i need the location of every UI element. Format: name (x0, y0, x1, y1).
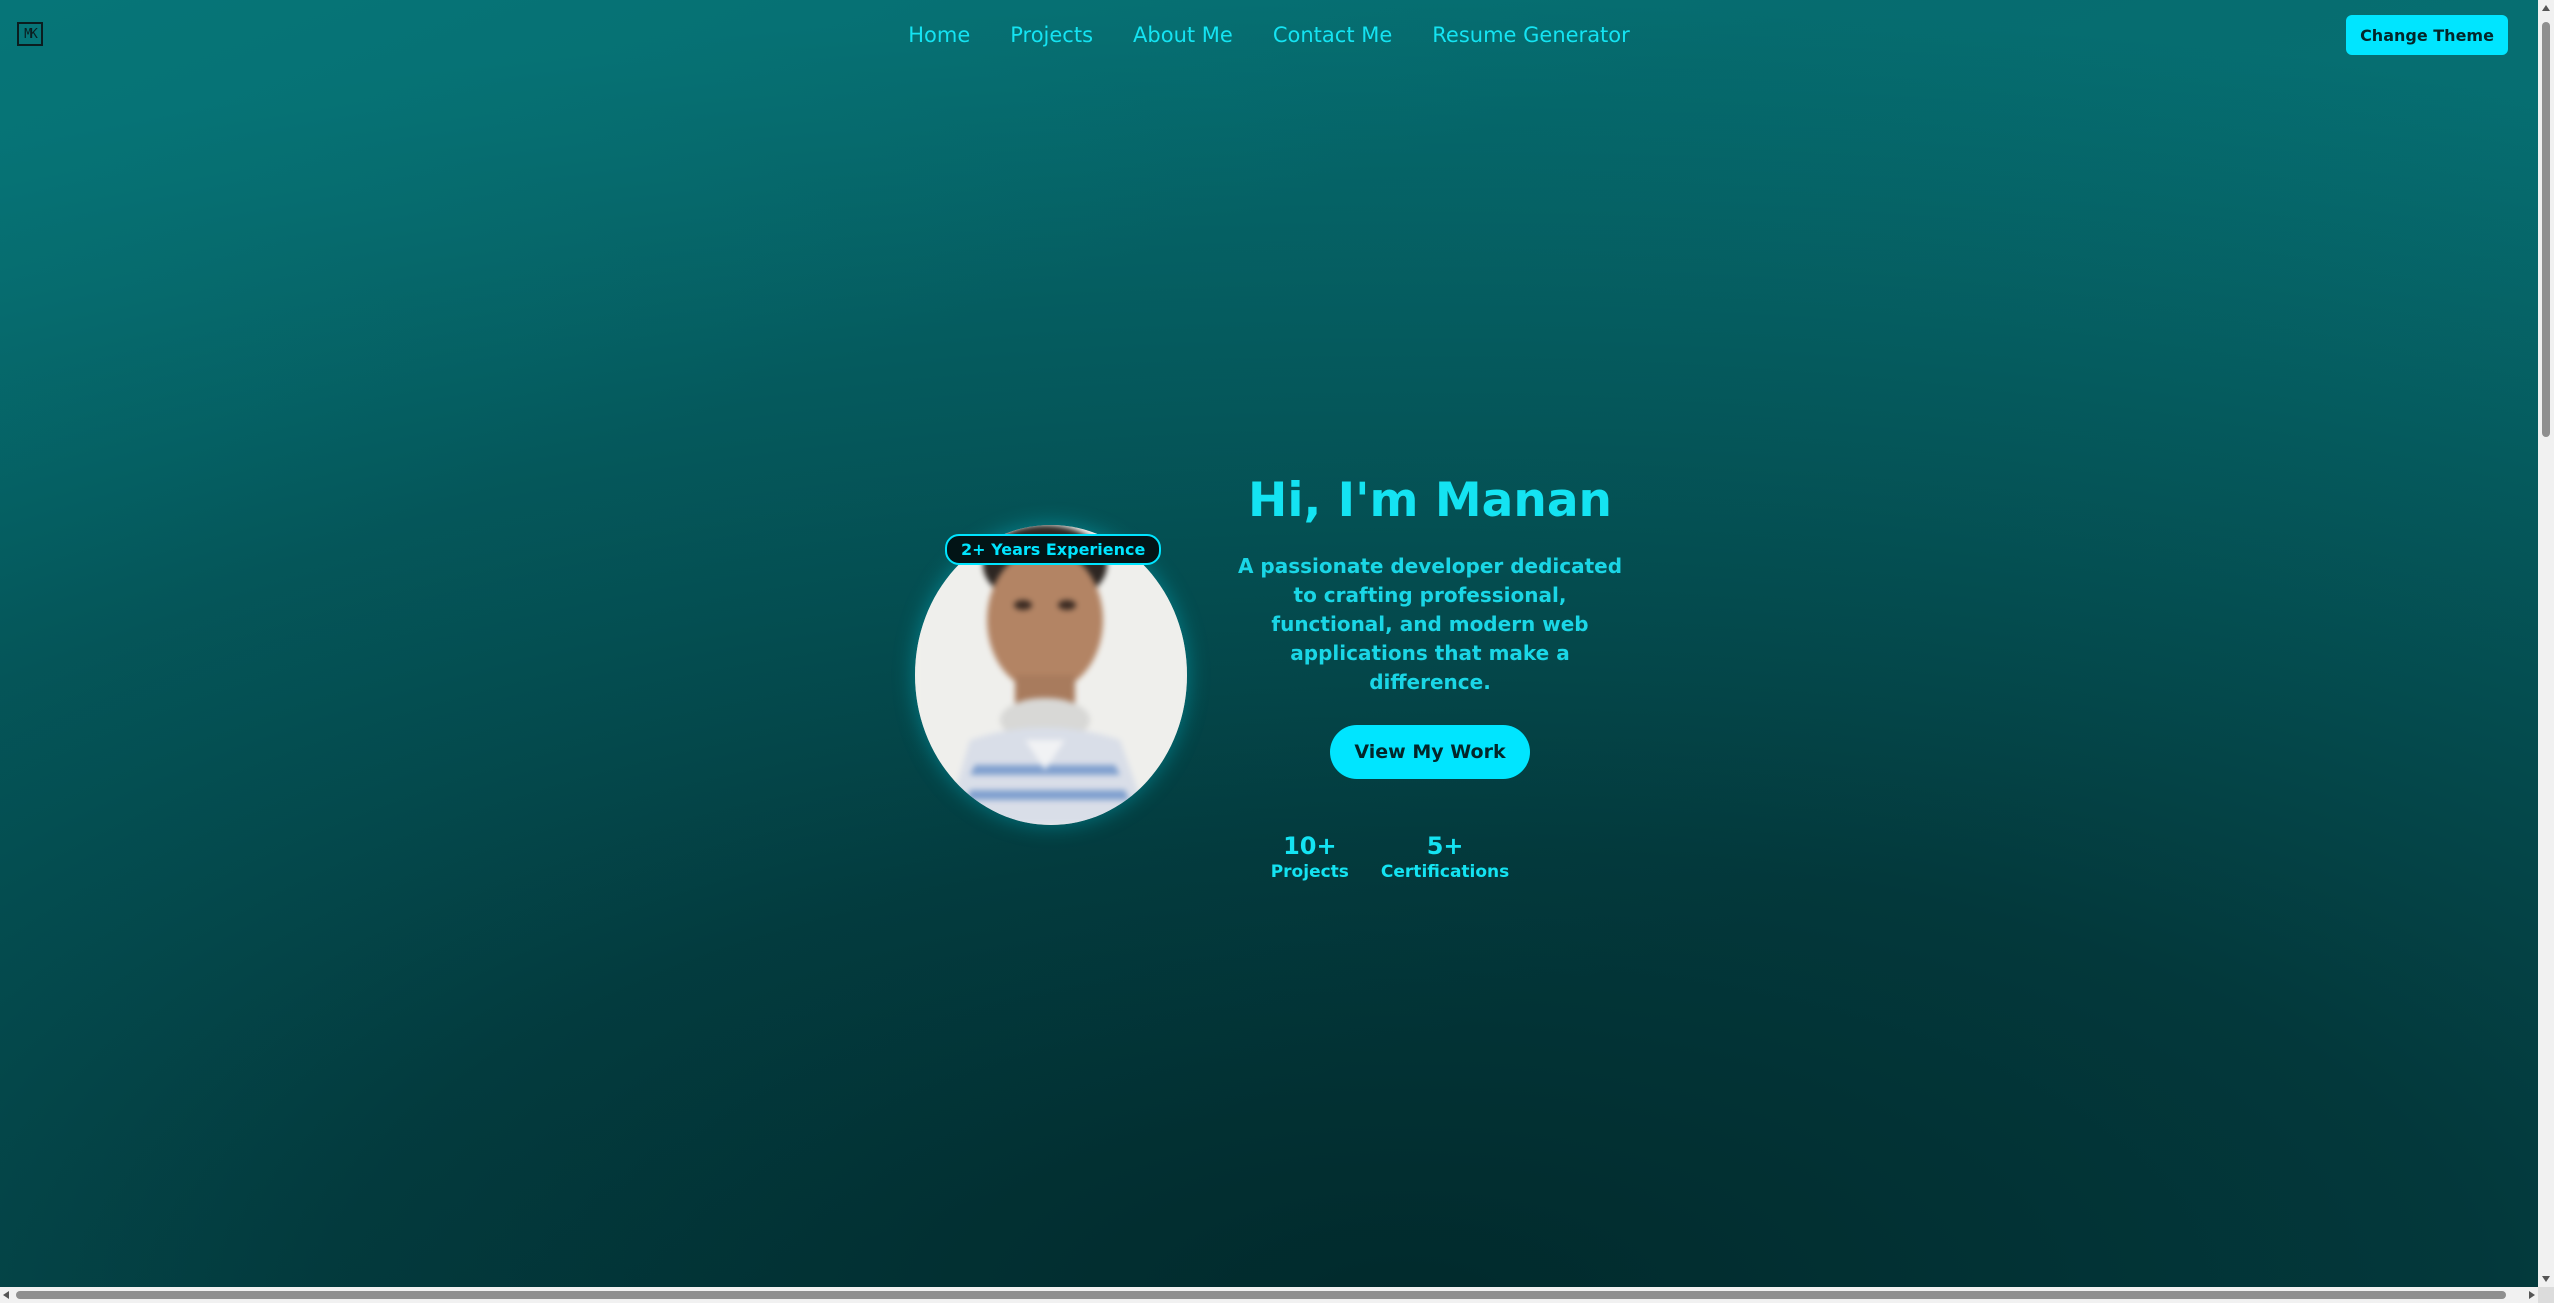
scrollbar-corner (2538, 1287, 2554, 1303)
nav-home[interactable]: Home (908, 20, 970, 50)
stat-projects: 10+ Projects (1271, 831, 1349, 883)
scroll-left-arrow-icon[interactable] (3, 1291, 9, 1299)
hero-section: 2+ Years Experience Hi, I'm Manan A pass… (915, 470, 1635, 890)
nav-about-me[interactable]: About Me (1133, 20, 1233, 50)
hero-tagline: A passionate developer dedicated to craf… (1237, 554, 1623, 694)
stat-value: 10+ (1283, 832, 1337, 860)
nav-links: Home Projects About Me Contact Me Resume… (0, 20, 2538, 50)
stat-label: Certifications (1380, 862, 1510, 882)
hero-title: Hi, I'm Manan (1248, 473, 1612, 528)
nav-contact-me[interactable]: Contact Me (1273, 20, 1392, 50)
profile-photo-image (915, 525, 1187, 825)
stat-certifications: 5+ Certifications (1381, 831, 1509, 883)
experience-badge: 2+ Years Experience (945, 534, 1162, 565)
scroll-right-arrow-icon[interactable] (2529, 1291, 2535, 1299)
vertical-scrollbar[interactable] (2538, 0, 2554, 1287)
view-my-work-button[interactable]: View My Work (1330, 725, 1530, 779)
profile-photo-container: 2+ Years Experience (915, 525, 1187, 825)
scroll-up-arrow-icon[interactable] (2542, 5, 2550, 11)
horizontal-scrollbar[interactable] (0, 1287, 2538, 1303)
scroll-down-arrow-icon[interactable] (2542, 1276, 2550, 1282)
stats-row: 10+ Projects 5+ Certifications (1145, 831, 1635, 883)
horizontal-scroll-thumb[interactable] (16, 1291, 2506, 1299)
vertical-scroll-thumb[interactable] (2542, 22, 2550, 437)
profile-photo (915, 525, 1187, 825)
intro-block: Hi, I'm Manan A passionate developer ded… (1225, 470, 1635, 883)
change-theme-button[interactable]: Change Theme (2346, 15, 2508, 55)
navbar: MK Home Projects About Me Contact Me Res… (0, 0, 2538, 70)
stat-value: 5+ (1426, 832, 1464, 860)
nav-resume-generator[interactable]: Resume Generator (1432, 20, 1630, 50)
stat-label: Projects (1270, 862, 1349, 882)
nav-projects[interactable]: Projects (1010, 20, 1093, 50)
